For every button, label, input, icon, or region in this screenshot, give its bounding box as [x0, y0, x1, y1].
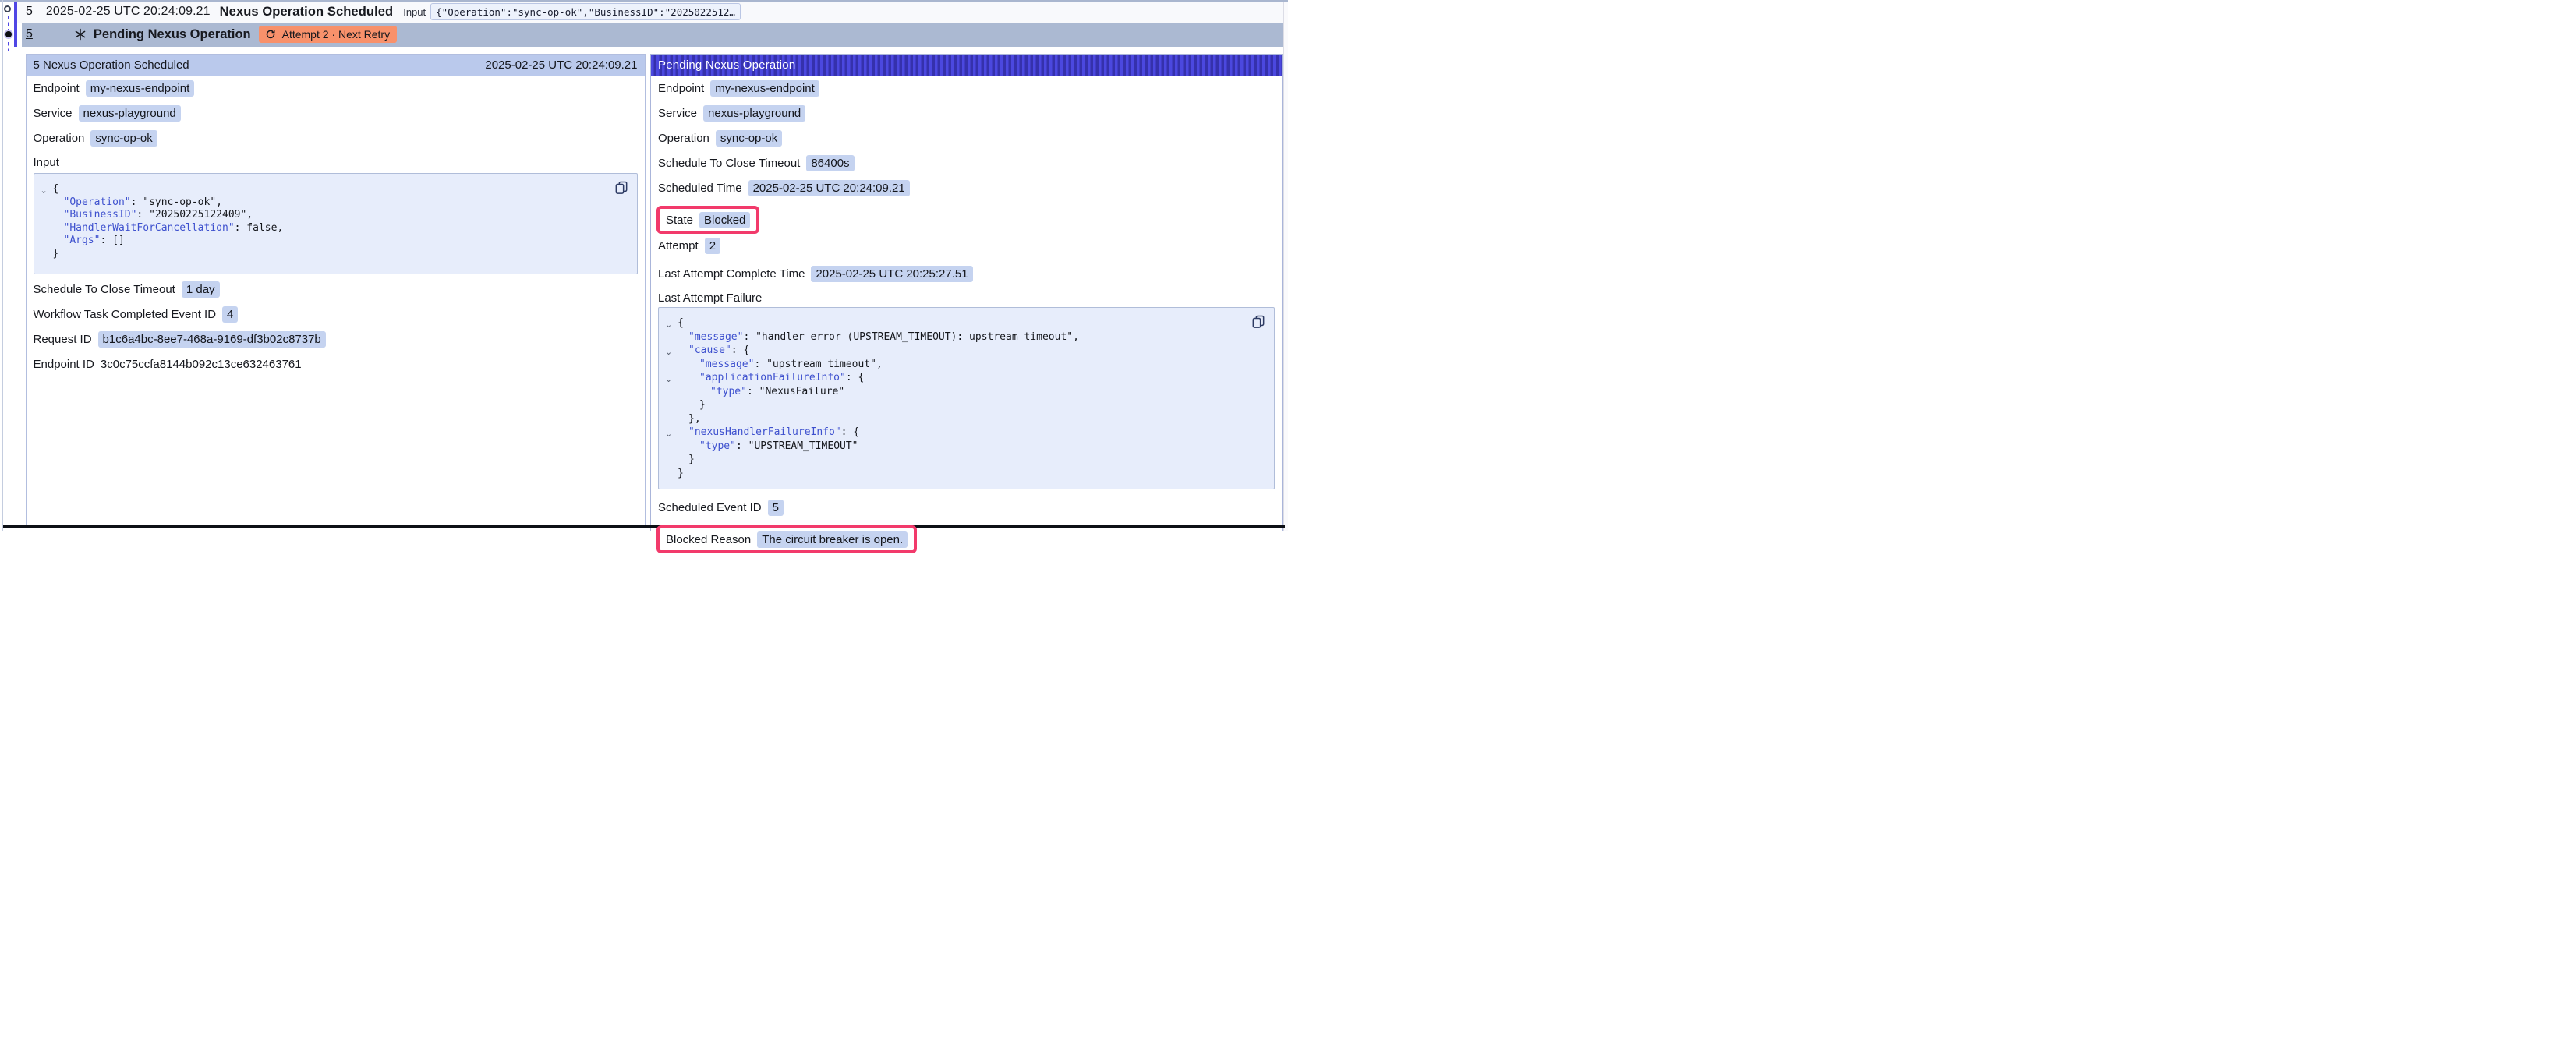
- state-annotation-box: State Blocked: [656, 206, 759, 234]
- blocked-reason-annotation-box: Blocked Reason The circuit breaker is op…: [656, 525, 917, 553]
- copy-icon[interactable]: [615, 181, 628, 195]
- last-attempt-failure-label: Last Attempt Failure: [658, 290, 1275, 305]
- window-bottom-border: [3, 525, 1285, 528]
- caret-down-icon[interactable]: ⌄: [665, 345, 678, 359]
- scheduled-panel-title: 5 Nexus Operation Scheduled: [34, 58, 189, 72]
- json-line: "HandlerWaitForCancellation": false,: [41, 222, 632, 235]
- json-line: }: [665, 467, 1269, 481]
- field-endpoint-id: Endpoint ID 3c0c75ccfa8144b092c13ce63246…: [34, 355, 638, 373]
- scheduled-event-id-chip: 5: [768, 500, 784, 516]
- event-id-value-chip: 4: [222, 306, 238, 323]
- field-scheduled-event-id: Scheduled Event ID 5: [658, 499, 1275, 516]
- nexus-asterisk-icon: [74, 28, 87, 41]
- event-id-link[interactable]: 5: [26, 27, 33, 41]
- scheduled-panel-header: 5 Nexus Operation Scheduled 2025-02-25 U…: [27, 55, 645, 76]
- event-timestamp: 2025-02-25 UTC 20:24:09.21: [46, 5, 211, 19]
- json-line: "message": "handler error (UPSTREAM_TIME…: [665, 330, 1269, 344]
- input-label: Input: [403, 6, 426, 18]
- operation-value-chip: sync-op-ok: [716, 130, 782, 147]
- operation-value-chip: sync-op-ok: [90, 130, 157, 147]
- json-line: "Operation": "sync-op-ok",: [41, 196, 632, 210]
- input-preview-chip[interactable]: {"Operation":"sync-op-ok","BusinessID":"…: [430, 3, 741, 20]
- refresh-icon: [265, 29, 276, 40]
- field-service: Service nexus-playground: [658, 104, 1275, 122]
- service-value-chip: nexus-playground: [703, 105, 805, 122]
- scheduled-panel-timestamp: 2025-02-25 UTC 20:24:09.21: [485, 58, 637, 72]
- json-line: ⌄"cause": {: [665, 344, 1269, 358]
- caret-down-icon[interactable]: ⌄: [665, 427, 678, 441]
- input-section-label: Input: [34, 154, 638, 170]
- attempt-value-chip: 2: [705, 238, 720, 254]
- event-row-pending-nexus-operation[interactable]: 5 Pending Nexus Operation Attempt 2 · Ne…: [22, 23, 1283, 48]
- json-line: }: [41, 248, 632, 261]
- blocked-reason-value-chip: The circuit breaker is open.: [757, 532, 908, 548]
- last-attempt-complete-time-chip: 2025-02-25 UTC 20:25:27.51: [811, 266, 972, 282]
- json-line: }: [665, 453, 1269, 467]
- pending-operation-panel: Pending Nexus Operation Endpoint my-nexu…: [650, 54, 1283, 532]
- event-row-nexus-operation-scheduled[interactable]: 5 2025-02-25 UTC 20:24:09.21 Nexus Opera…: [17, 2, 1283, 23]
- json-line: "type": "NexusFailure": [665, 385, 1269, 399]
- input-json-block: ⌄{ "Operation": "sync-op-ok", "BusinessI…: [34, 173, 638, 274]
- request-id-value-chip: b1c6a4bc-8ee7-468a-9169-df3b02c8737b: [98, 331, 326, 348]
- json-line: ⌄{: [41, 183, 632, 196]
- field-schedule-to-close-timeout: Schedule To Close Timeout 1 day: [34, 281, 638, 298]
- scheduled-event-detail-panel: 5 Nexus Operation Scheduled 2025-02-25 U…: [26, 54, 646, 526]
- field-endpoint: Endpoint my-nexus-endpoint: [658, 79, 1275, 97]
- caret-down-icon[interactable]: ⌄: [41, 185, 53, 198]
- scheduled-time-value-chip: 2025-02-25 UTC 20:24:09.21: [748, 180, 910, 196]
- field-state: State Blocked: [666, 211, 750, 228]
- failure-json-block: ⌄{ "message": "handler error (UPSTREAM_T…: [658, 307, 1275, 489]
- json-line: ⌄"applicationFailureInfo": {: [665, 371, 1269, 385]
- state-value-chip: Blocked: [699, 212, 750, 228]
- timeline-current-dot-icon: [4, 30, 13, 39]
- retry-status-badge: Attempt 2 · Next Retry: [259, 26, 397, 43]
- timeline-open-circle-icon: [4, 5, 11, 12]
- timeout-value-chip: 1 day: [182, 281, 220, 298]
- event-title: Nexus Operation Scheduled: [220, 5, 394, 19]
- json-line: ⌄{: [665, 316, 1269, 330]
- field-attempt: Attempt 2: [658, 237, 1275, 254]
- retry-badge-label: Attempt 2 · Next Retry: [282, 28, 390, 41]
- field-endpoint: Endpoint my-nexus-endpoint: [34, 79, 638, 97]
- pending-panel-title: Pending Nexus Operation: [658, 58, 795, 72]
- endpoint-value-chip: my-nexus-endpoint: [86, 80, 195, 97]
- field-schedule-to-close-timeout: Schedule To Close Timeout 86400s: [658, 154, 1275, 171]
- field-blocked-reason: Blocked Reason The circuit breaker is op…: [666, 531, 908, 548]
- field-request-id: Request ID b1c6a4bc-8ee7-468a-9169-df3b0…: [34, 330, 638, 348]
- json-line: "message": "upstream timeout",: [665, 358, 1269, 372]
- field-scheduled-time: Scheduled Time 2025-02-25 UTC 20:24:09.2…: [658, 179, 1275, 196]
- json-line: "Args": []: [41, 235, 632, 248]
- json-line: },: [665, 412, 1269, 426]
- event-id-link[interactable]: 5: [26, 5, 33, 19]
- timeout-value-chip: 86400s: [806, 155, 854, 171]
- json-line: }: [665, 398, 1269, 412]
- endpoint-id-link[interactable]: 3c0c75ccfa8144b092c13ce632463761: [101, 358, 302, 371]
- field-operation: Operation sync-op-ok: [658, 129, 1275, 147]
- endpoint-value-chip: my-nexus-endpoint: [710, 80, 819, 97]
- event-title: Pending Nexus Operation: [94, 27, 251, 42]
- json-line: "BusinessID": "20250225122409",: [41, 209, 632, 222]
- copy-icon[interactable]: [1252, 315, 1265, 329]
- field-last-attempt-complete-time: Last Attempt Complete Time 2025-02-25 UT…: [658, 265, 1275, 282]
- field-operation: Operation sync-op-ok: [34, 129, 638, 147]
- service-value-chip: nexus-playground: [79, 105, 181, 122]
- vertical-scrollbar[interactable]: [1283, 2, 1288, 532]
- window-left-border: [2, 0, 3, 532]
- field-workflow-task-completed-event-id: Workflow Task Completed Event ID 4: [34, 305, 638, 323]
- caret-down-icon[interactable]: ⌄: [665, 318, 678, 332]
- field-service: Service nexus-playground: [34, 104, 638, 122]
- caret-down-icon[interactable]: ⌄: [665, 373, 678, 387]
- json-line: ⌄"nexusHandlerFailureInfo": {: [665, 426, 1269, 440]
- window-top-border: [0, 0, 1288, 2]
- pending-panel-header: Pending Nexus Operation: [651, 55, 1282, 76]
- json-line: "type": "UPSTREAM_TIMEOUT": [665, 440, 1269, 454]
